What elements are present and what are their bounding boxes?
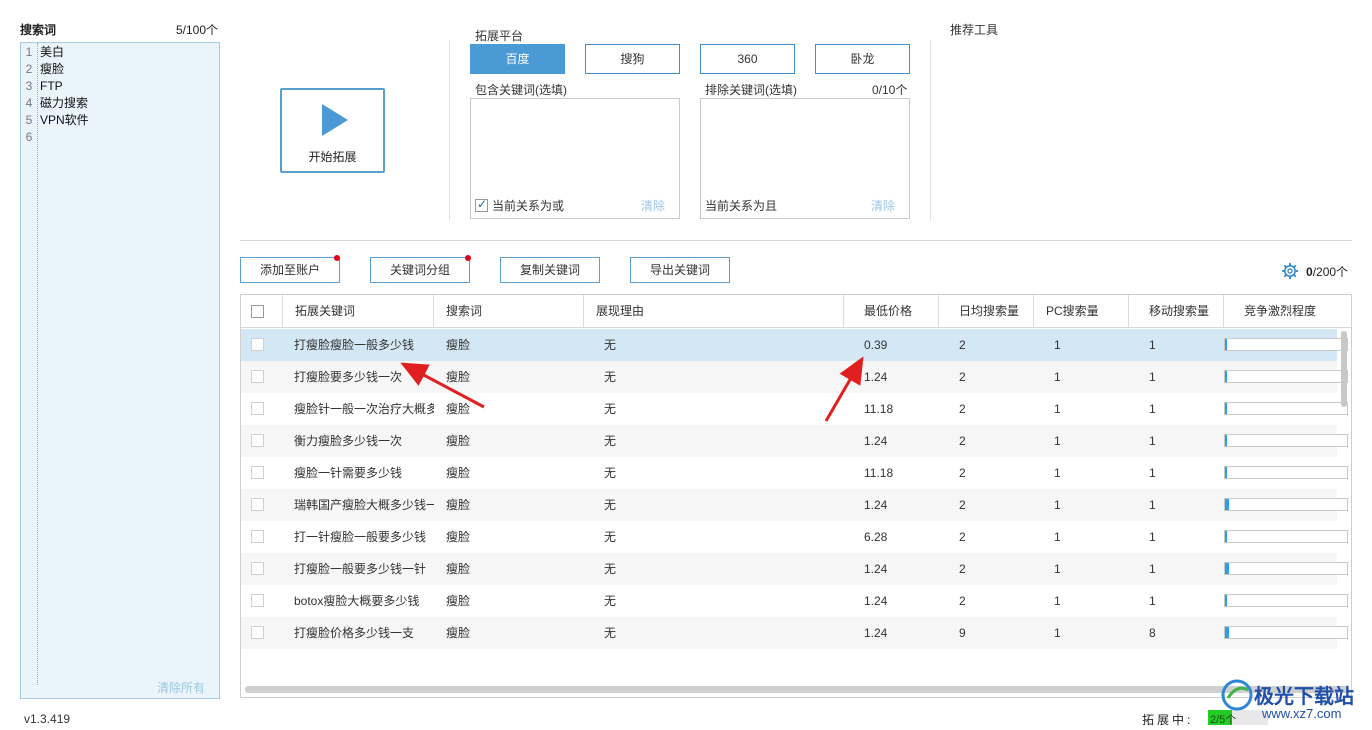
watermark-url: www.xz7.com [1262,706,1342,721]
arrow-to-keyword [400,362,485,409]
annotation-arrows [400,356,864,422]
watermark-title: 极光下载站 [1254,684,1354,708]
arrow-to-price [824,356,864,422]
status-label: 拓展中: [1142,713,1194,727]
watermark: 极光下载站 www.xz7.com [1216,674,1366,730]
watermark-logo-icon [1221,679,1253,711]
